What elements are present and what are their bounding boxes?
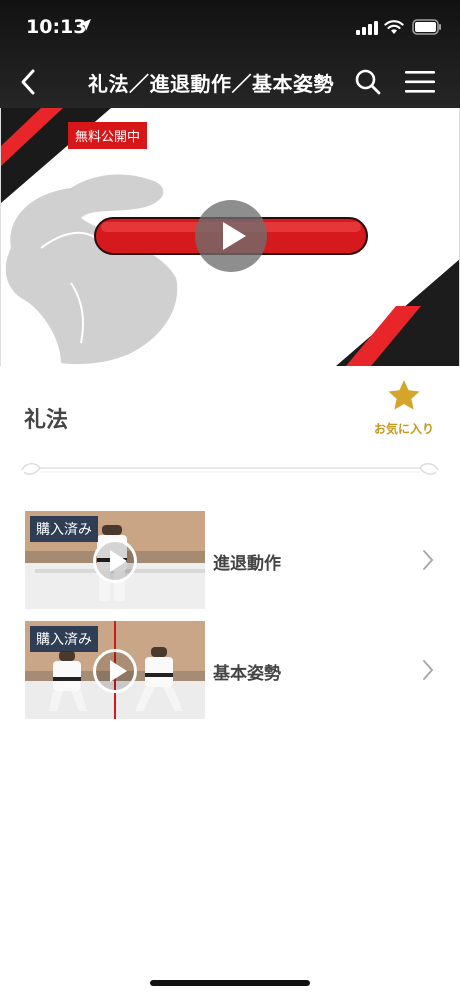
hamburger-menu-icon[interactable]: [405, 70, 435, 94]
cellular-signal-icon: [356, 21, 378, 35]
navigation-bar: 礼法／進退動作／基本姿勢: [0, 56, 460, 108]
video-title: 基本姿勢: [213, 664, 281, 684]
star-icon: [388, 380, 420, 410]
featured-video[interactable]: 無料公開中: [0, 108, 460, 366]
top-bar: 10:13 礼法／進退動作／基本姿勢: [0, 0, 460, 108]
video-list-item[interactable]: 購入済み 進退動作: [0, 511, 460, 611]
home-indicator[interactable]: [150, 980, 310, 986]
play-icon[interactable]: [93, 649, 137, 693]
favorite-button[interactable]: お気に入り: [370, 378, 438, 437]
video-title: 進退動作: [213, 554, 281, 574]
wifi-icon: [384, 20, 404, 34]
ornamental-divider: [21, 463, 439, 475]
favorite-label: お気に入り: [373, 422, 434, 436]
status-bar: 10:13: [0, 0, 460, 56]
battery-icon: [412, 19, 441, 35]
play-icon[interactable]: [93, 539, 137, 583]
page-title: 礼法／進退動作／基本姿勢: [88, 72, 334, 96]
section-title: 礼法: [24, 408, 69, 433]
play-icon[interactable]: [195, 200, 267, 272]
search-icon[interactable]: [354, 68, 382, 96]
location-arrow-icon: [79, 19, 91, 31]
video-thumbnail[interactable]: 購入済み: [25, 511, 205, 609]
purchased-tag: 購入済み: [30, 516, 98, 542]
video-list-item[interactable]: 購入済み 基本姿勢: [0, 621, 460, 721]
free-badge: 無料公開中: [68, 122, 148, 149]
purchased-tag: 購入済み: [30, 626, 98, 652]
back-chevron-icon[interactable]: [14, 66, 42, 98]
chevron-right-icon: [423, 550, 434, 570]
video-thumbnail[interactable]: 購入済み: [25, 621, 205, 719]
chevron-right-icon: [423, 660, 434, 680]
